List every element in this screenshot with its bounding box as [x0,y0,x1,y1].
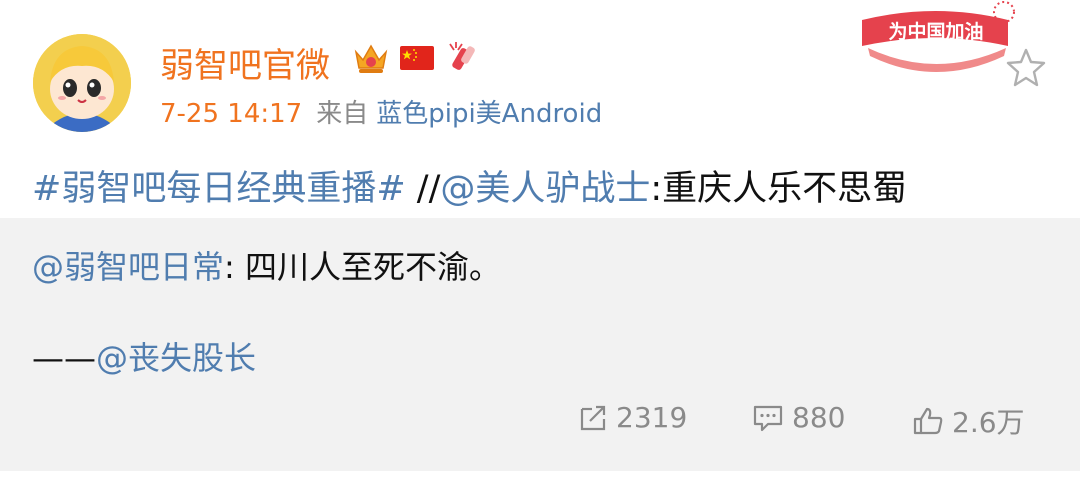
promo-text: 为中国加油 [888,20,983,43]
post-body: :重庆人乐不思蜀 [650,169,908,209]
separator: // [405,169,441,209]
post-bottom-gap [0,471,1080,495]
source-prefix: 来自 [316,99,369,129]
firecracker-icon [449,42,475,70]
retweet-text: : 四川人至死不渝。 [224,248,501,286]
promo-badge[interactable]: 为中国加油 [856,0,1016,82]
star-icon[interactable] [1004,46,1048,90]
retweet-author-link[interactable]: @弱智吧日常 [32,248,224,286]
comment-icon [753,405,783,431]
post-meta: 7-25 14:17 来自 蓝色pipi美Android [160,93,602,130]
crown-vip-icon[interactable] [352,40,390,76]
badges [352,40,482,76]
hashtag-link[interactable]: #弱智吧每日经典重播# [32,169,406,209]
post-time: 7-25 14:17 [160,99,303,129]
avatar[interactable] [33,34,131,132]
retweet-line: @弱智吧日常: 四川人至死不渝。 [32,242,501,288]
author-name[interactable]: 弱智吧官微 [160,38,330,87]
retweet-box[interactable]: @弱智吧日常: 四川人至死不渝。 ——@丧失股长 2319 880 2.6万 [0,218,1080,471]
weibo-post: 弱智吧官微 7-25 14:17 来自蓝色pipi美Android 为中国加油 [0,0,1080,495]
like-button[interactable]: 2.6万 [912,401,1025,441]
comment-count: 880 [792,401,846,434]
like-icon [913,407,943,435]
mention-link[interactable]: @美人驴战士 [440,169,650,209]
repost-icon [580,405,606,430]
comment-button[interactable]: 880 [752,401,845,434]
credit-user-link[interactable]: @丧失股长 [96,339,256,377]
china-flag-icon [400,46,434,70]
repost-count: 2319 [616,401,688,434]
like-count: 2.6万 [952,406,1025,439]
repost-button[interactable]: 2319 [578,401,687,434]
retweet-credit: ——@丧失股长 [32,333,256,379]
post-text: #弱智吧每日经典重播# //@美人驴战士:重庆人乐不思蜀 [32,160,907,211]
credit-prefix: —— [32,339,96,377]
source-device[interactable]: 蓝色pipi美Android [376,99,602,129]
